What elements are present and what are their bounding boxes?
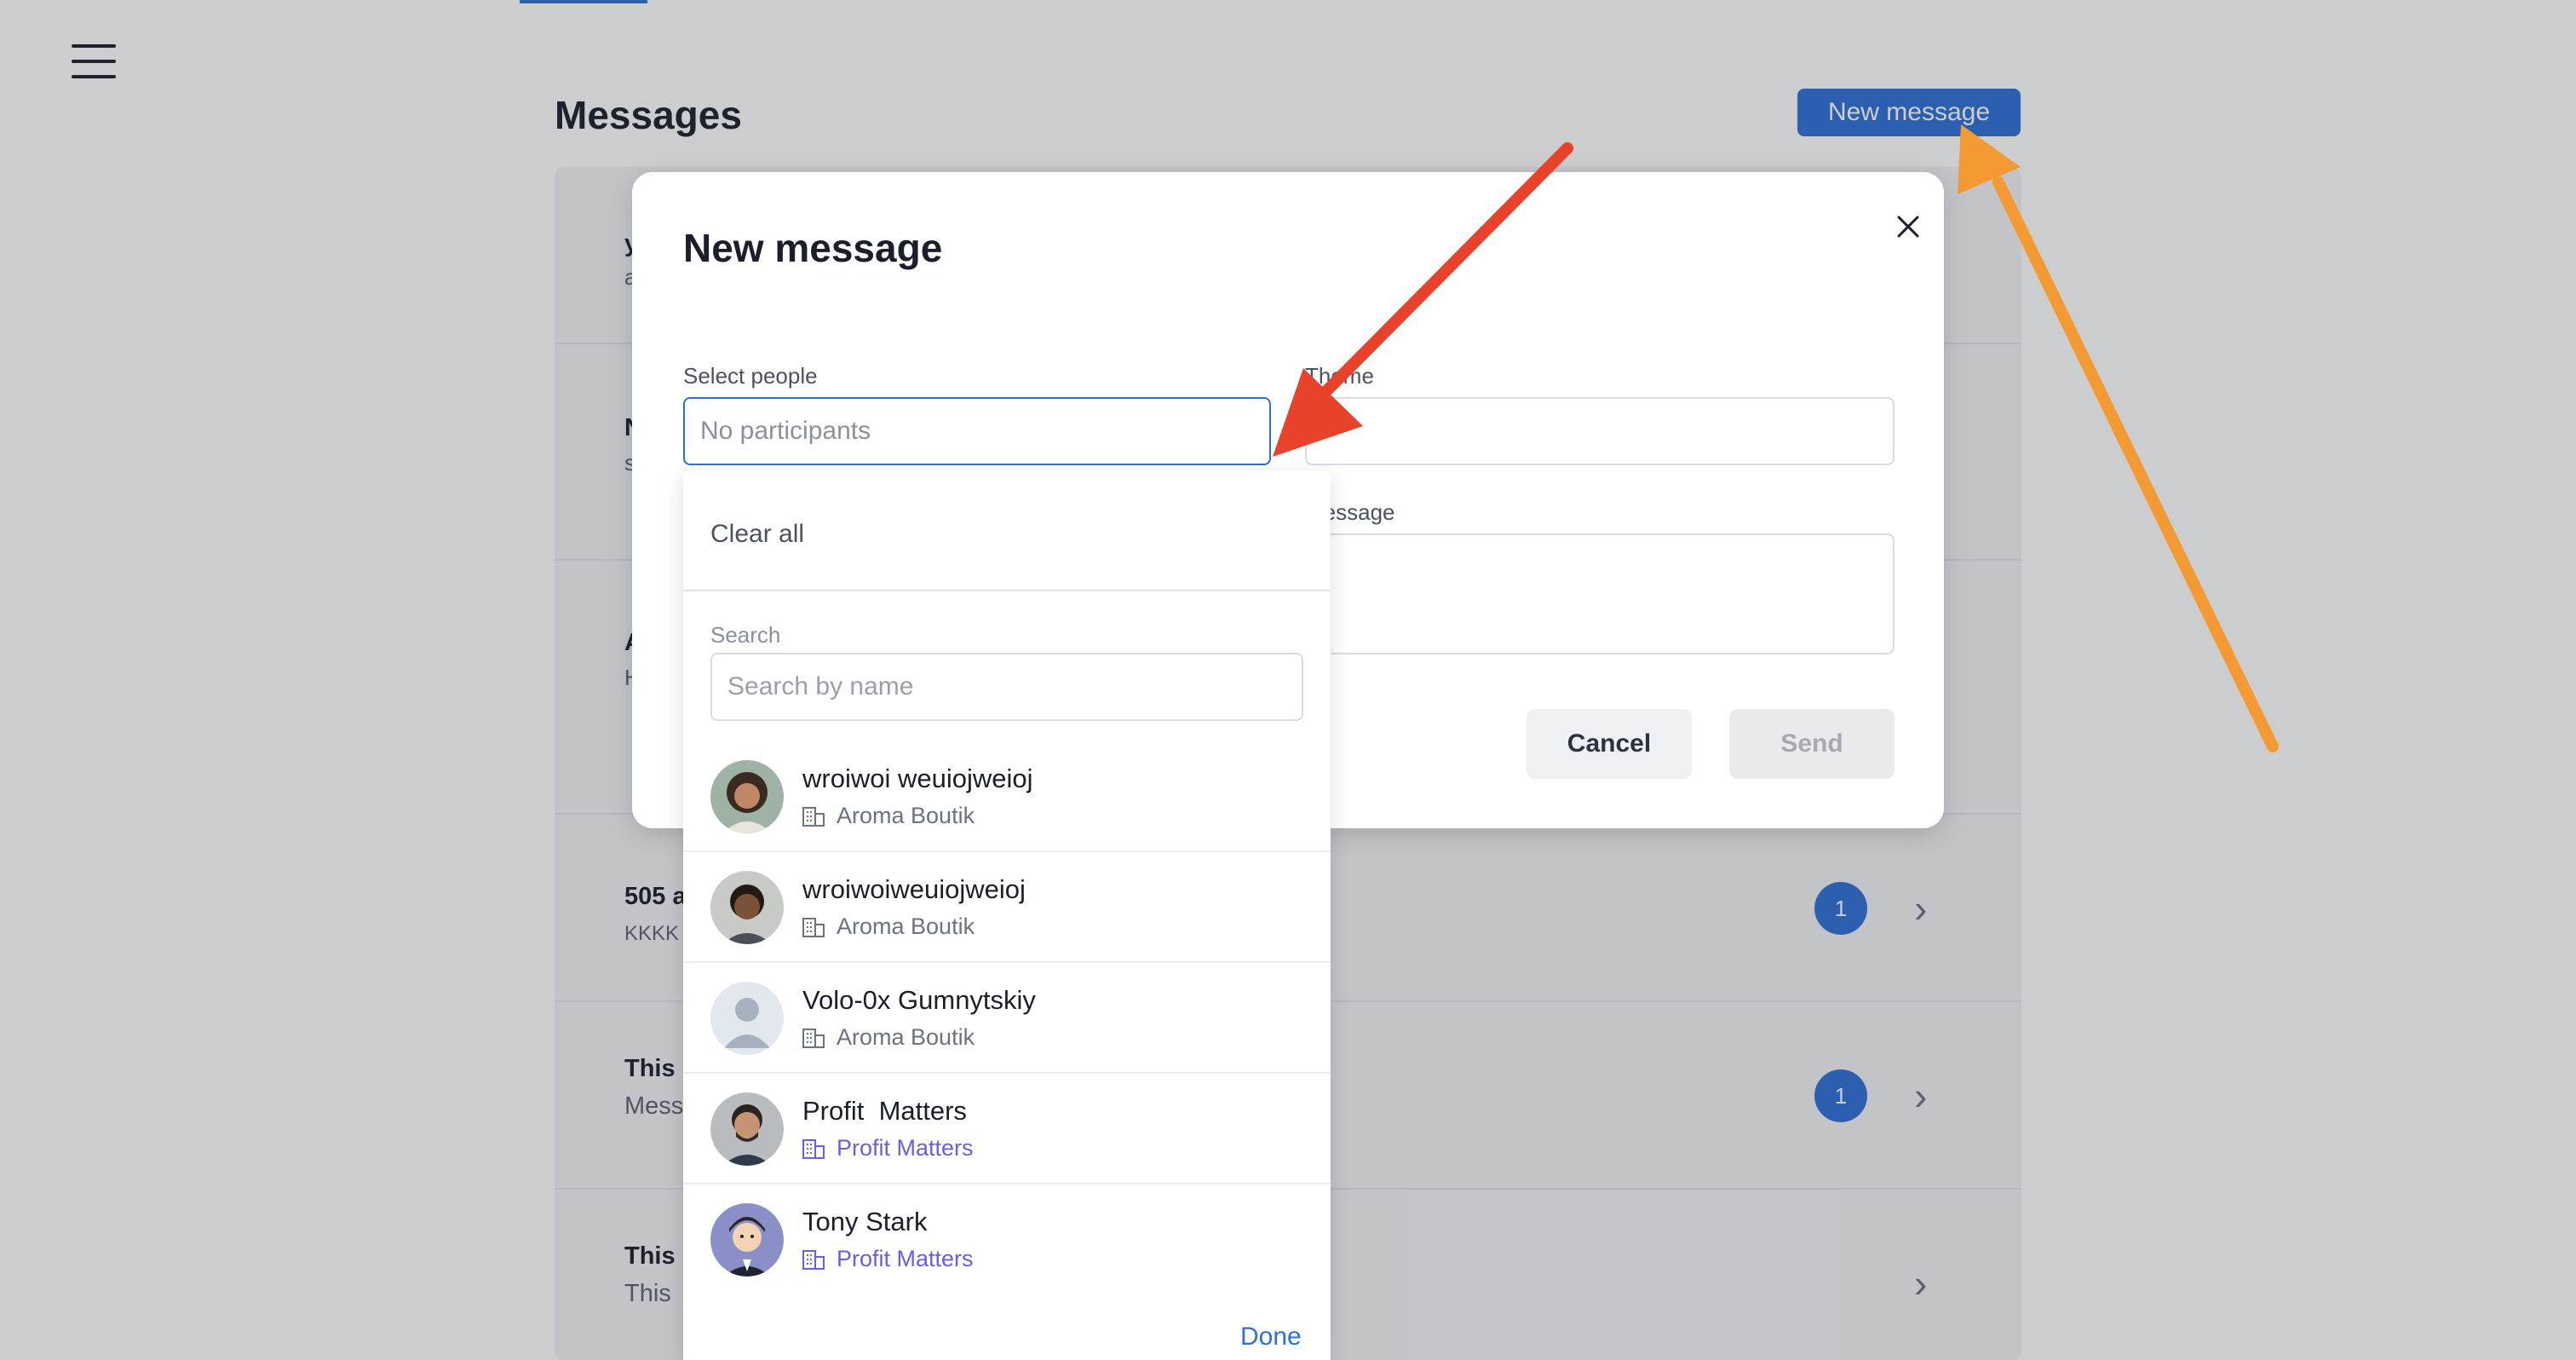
scroll-fade xyxy=(683,1288,1331,1360)
person-name: Volo-0x Gumnytskiy xyxy=(802,985,1036,1015)
person-option[interactable]: Volo-0x Gumnytskiy Aroma Boutik xyxy=(683,963,1331,1074)
person-name: Profit Matters xyxy=(802,1096,967,1126)
send-button[interactable]: Send xyxy=(1729,709,1895,779)
avatar-placeholder-icon xyxy=(710,982,784,1055)
people-dropdown: Clear all Search wroiwoi weuiojweioj Aro… xyxy=(683,470,1331,1360)
person-org: Profit Matters xyxy=(802,1135,974,1161)
cancel-button[interactable]: Cancel xyxy=(1527,709,1692,779)
building-icon xyxy=(802,806,825,827)
person-org: Aroma Boutik xyxy=(802,1024,975,1051)
org-name: Aroma Boutik xyxy=(837,1024,975,1050)
person-org: Aroma Boutik xyxy=(802,803,975,829)
dialog-title: New message xyxy=(683,226,943,270)
done-button[interactable]: Done xyxy=(1240,1323,1302,1351)
search-input[interactable] xyxy=(710,653,1303,721)
person-org: Aroma Boutik xyxy=(802,913,975,940)
building-icon xyxy=(802,1138,825,1159)
divider xyxy=(683,590,1331,591)
select-people-label: Select people xyxy=(683,363,818,389)
theme-label: Theme xyxy=(1305,363,1374,389)
avatar xyxy=(710,1203,784,1276)
person-org: Profit Matters xyxy=(802,1246,974,1272)
close-icon[interactable] xyxy=(1884,203,1932,251)
building-icon xyxy=(802,1249,825,1270)
building-icon xyxy=(802,917,825,937)
org-name: Aroma Boutik xyxy=(837,913,975,939)
message-textarea[interactable] xyxy=(1305,533,1895,654)
person-name: Tony Stark xyxy=(802,1207,928,1236)
person-name: wroiwoiweuiojweioj xyxy=(802,874,1026,904)
search-label: Search xyxy=(710,622,781,648)
org-name: Profit Matters xyxy=(837,1246,974,1271)
person-option[interactable]: Tony Stark Profit Matters xyxy=(683,1184,1331,1295)
org-name: Profit Matters xyxy=(837,1135,974,1161)
avatar xyxy=(710,1092,784,1166)
avatar xyxy=(710,760,784,833)
person-option[interactable]: wroiwoi weuiojweioj Aroma Boutik xyxy=(683,741,1331,852)
avatar xyxy=(710,871,784,944)
person-name: wroiwoi weuiojweioj xyxy=(802,764,1033,793)
person-option[interactable]: Profit Matters Profit Matters xyxy=(683,1074,1331,1184)
theme-input[interactable] xyxy=(1305,397,1895,465)
person-option[interactable]: wroiwoiweuiojweioj Aroma Boutik xyxy=(683,852,1331,963)
building-icon xyxy=(802,1028,825,1048)
clear-all-button[interactable]: Clear all xyxy=(710,520,804,549)
org-name: Aroma Boutik xyxy=(837,803,975,828)
select-people-field[interactable]: No participants xyxy=(683,397,1271,465)
